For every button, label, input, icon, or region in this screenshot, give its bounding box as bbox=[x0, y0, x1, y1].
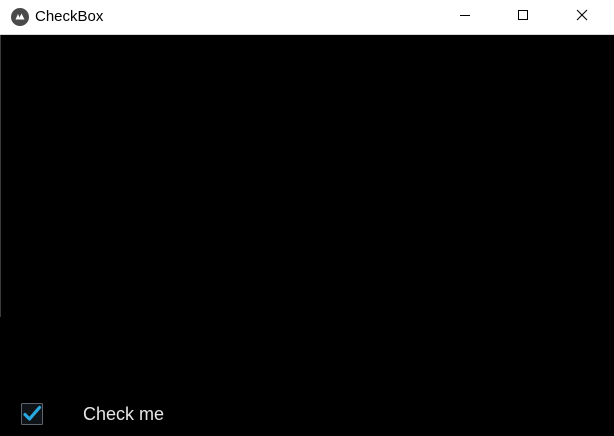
minimize-icon bbox=[459, 8, 471, 26]
kivy-logo-icon bbox=[11, 8, 29, 26]
maximize-button[interactable] bbox=[500, 0, 546, 34]
close-button[interactable] bbox=[559, 0, 605, 34]
close-icon bbox=[576, 8, 588, 26]
checkbox-label: Check me bbox=[83, 404, 165, 424]
canvas-area bbox=[0, 35, 614, 436]
app-window: CheckBox Check me bbox=[0, 0, 614, 436]
content-divider bbox=[0, 35, 1, 317]
maximize-icon bbox=[517, 8, 529, 26]
title-bar[interactable]: CheckBox bbox=[0, 0, 614, 35]
check-me-checkbox[interactable] bbox=[21, 403, 43, 425]
minimize-button[interactable] bbox=[442, 0, 488, 34]
checkmark-icon bbox=[21, 403, 43, 425]
window-title: CheckBox bbox=[35, 8, 104, 25]
